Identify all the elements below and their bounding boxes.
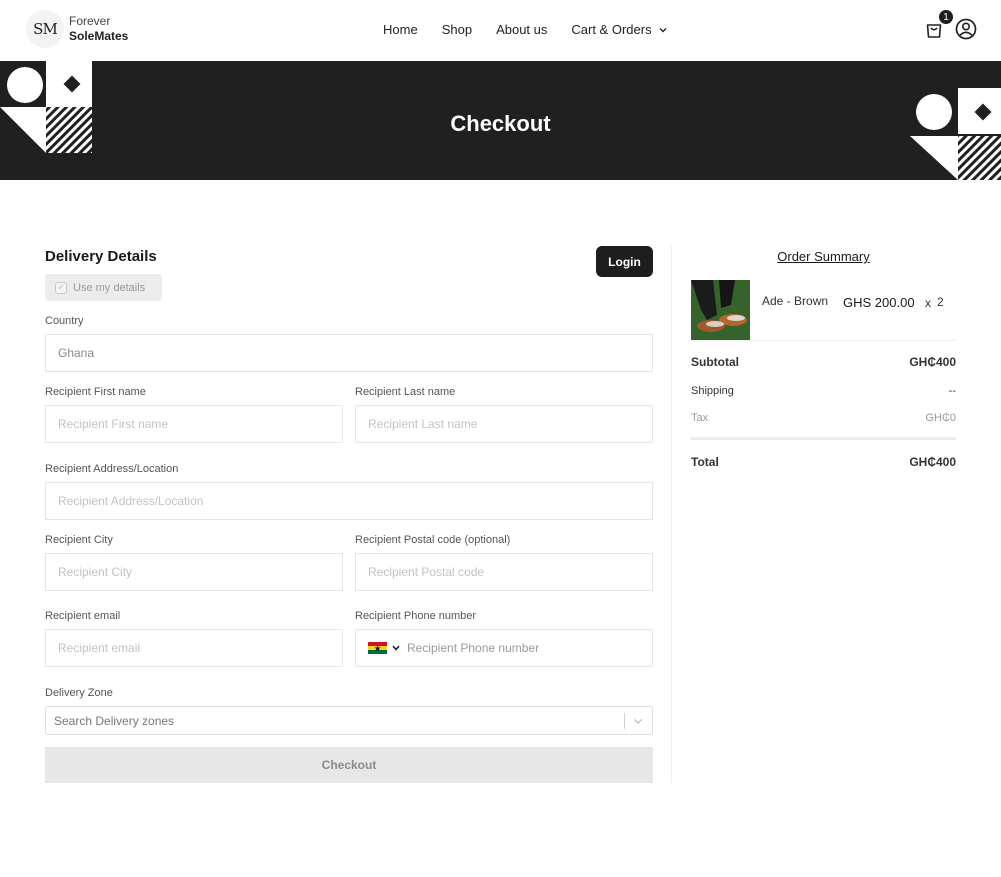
address-input[interactable]: Recipient Address/Location: [45, 482, 653, 520]
summary-divider: [691, 340, 956, 341]
chevron-down-icon[interactable]: [391, 643, 401, 653]
item-price: GHS 200.00: [843, 295, 915, 310]
nav-shop[interactable]: Shop: [442, 22, 472, 37]
nav-home[interactable]: Home: [383, 22, 418, 37]
checkbox-icon[interactable]: ✓: [55, 281, 67, 294]
order-summary-title: Order Summary: [777, 249, 870, 264]
item-quantity: 2: [937, 295, 944, 309]
city-input[interactable]: Recipient City: [45, 553, 343, 591]
cart-count-badge: 1: [938, 9, 954, 25]
quantity-multiplier: x: [925, 296, 931, 310]
summary-total-divider: [691, 437, 956, 440]
geometric-pattern-left: [0, 61, 92, 153]
shipping-label: Shipping: [691, 385, 734, 397]
first-name-label: Recipient First name: [45, 386, 146, 398]
total-label: Total: [691, 455, 719, 469]
product-thumbnail[interactable]: [691, 280, 750, 340]
page-title: Checkout: [450, 111, 551, 136]
order-summary-heading: Order Summary: [691, 249, 956, 264]
use-my-details-toggle[interactable]: ✓ Use my details: [45, 274, 162, 301]
delivery-zone-placeholder: Search Delivery zones: [54, 713, 175, 728]
nav-cart-orders-label: Cart & Orders: [571, 22, 652, 37]
first-name-input[interactable]: Recipient First name: [45, 405, 343, 443]
brand-line1: Forever: [69, 14, 111, 28]
ghana-flag-icon[interactable]: ★: [368, 641, 387, 655]
phone-placeholder: Recipient Phone number: [407, 641, 540, 655]
country-field[interactable]: Ghana: [45, 334, 653, 372]
site-header: SM Forever SoleMates Home Shop About us …: [0, 0, 1001, 61]
brand-logo[interactable]: SM Forever SoleMates: [26, 10, 128, 48]
phone-label: Recipient Phone number: [355, 610, 477, 622]
tax-value: GH₵0: [925, 412, 956, 424]
address-label: Recipient Address/Location: [45, 463, 179, 475]
subtotal-value: GH₵400: [909, 355, 956, 369]
item-name: Ade - Brown: [762, 294, 829, 308]
delivery-zone-label: Delivery Zone: [45, 687, 113, 699]
postal-code-label: Recipient Postal code (optional): [355, 534, 511, 546]
shipping-value: --: [948, 385, 956, 397]
use-my-details-label: Use my details: [73, 281, 146, 294]
phone-input[interactable]: ★ Recipient Phone number: [355, 629, 653, 667]
nav-cart-orders[interactable]: Cart & Orders: [571, 22, 667, 37]
login-button[interactable]: Login: [596, 246, 653, 277]
delivery-zone-select[interactable]: Search Delivery zones: [45, 706, 653, 735]
user-account-icon[interactable]: [955, 18, 977, 40]
main-nav: Home Shop About us Cart & Orders: [383, 22, 692, 37]
last-name-label: Recipient Last name: [355, 386, 456, 398]
email-input[interactable]: Recipient email: [45, 629, 343, 667]
country-label: Country: [45, 315, 84, 327]
column-divider: [671, 246, 672, 783]
logo-text: Forever SoleMates: [69, 14, 128, 44]
delivery-details-heading: Delivery Details: [45, 248, 157, 265]
chevron-down-icon: [659, 27, 667, 32]
city-label: Recipient City: [45, 534, 113, 546]
tax-label: Tax: [691, 412, 709, 424]
checkout-button[interactable]: Checkout: [45, 747, 653, 783]
nav-about[interactable]: About us: [496, 22, 547, 37]
page-banner: Checkout: [0, 61, 1001, 180]
postal-code-input[interactable]: Recipient Postal code: [355, 553, 653, 591]
last-name-input[interactable]: Recipient Last name: [355, 405, 653, 443]
total-value: GH₵400: [909, 455, 956, 469]
logo-badge: SM: [26, 10, 64, 48]
chevron-down-icon[interactable]: [632, 715, 644, 727]
brand-line2: SoleMates: [69, 29, 129, 43]
email-label: Recipient email: [45, 610, 121, 622]
geometric-pattern-right: [910, 88, 1001, 180]
subtotal-label: Subtotal: [691, 355, 739, 369]
select-separator: [624, 713, 625, 729]
